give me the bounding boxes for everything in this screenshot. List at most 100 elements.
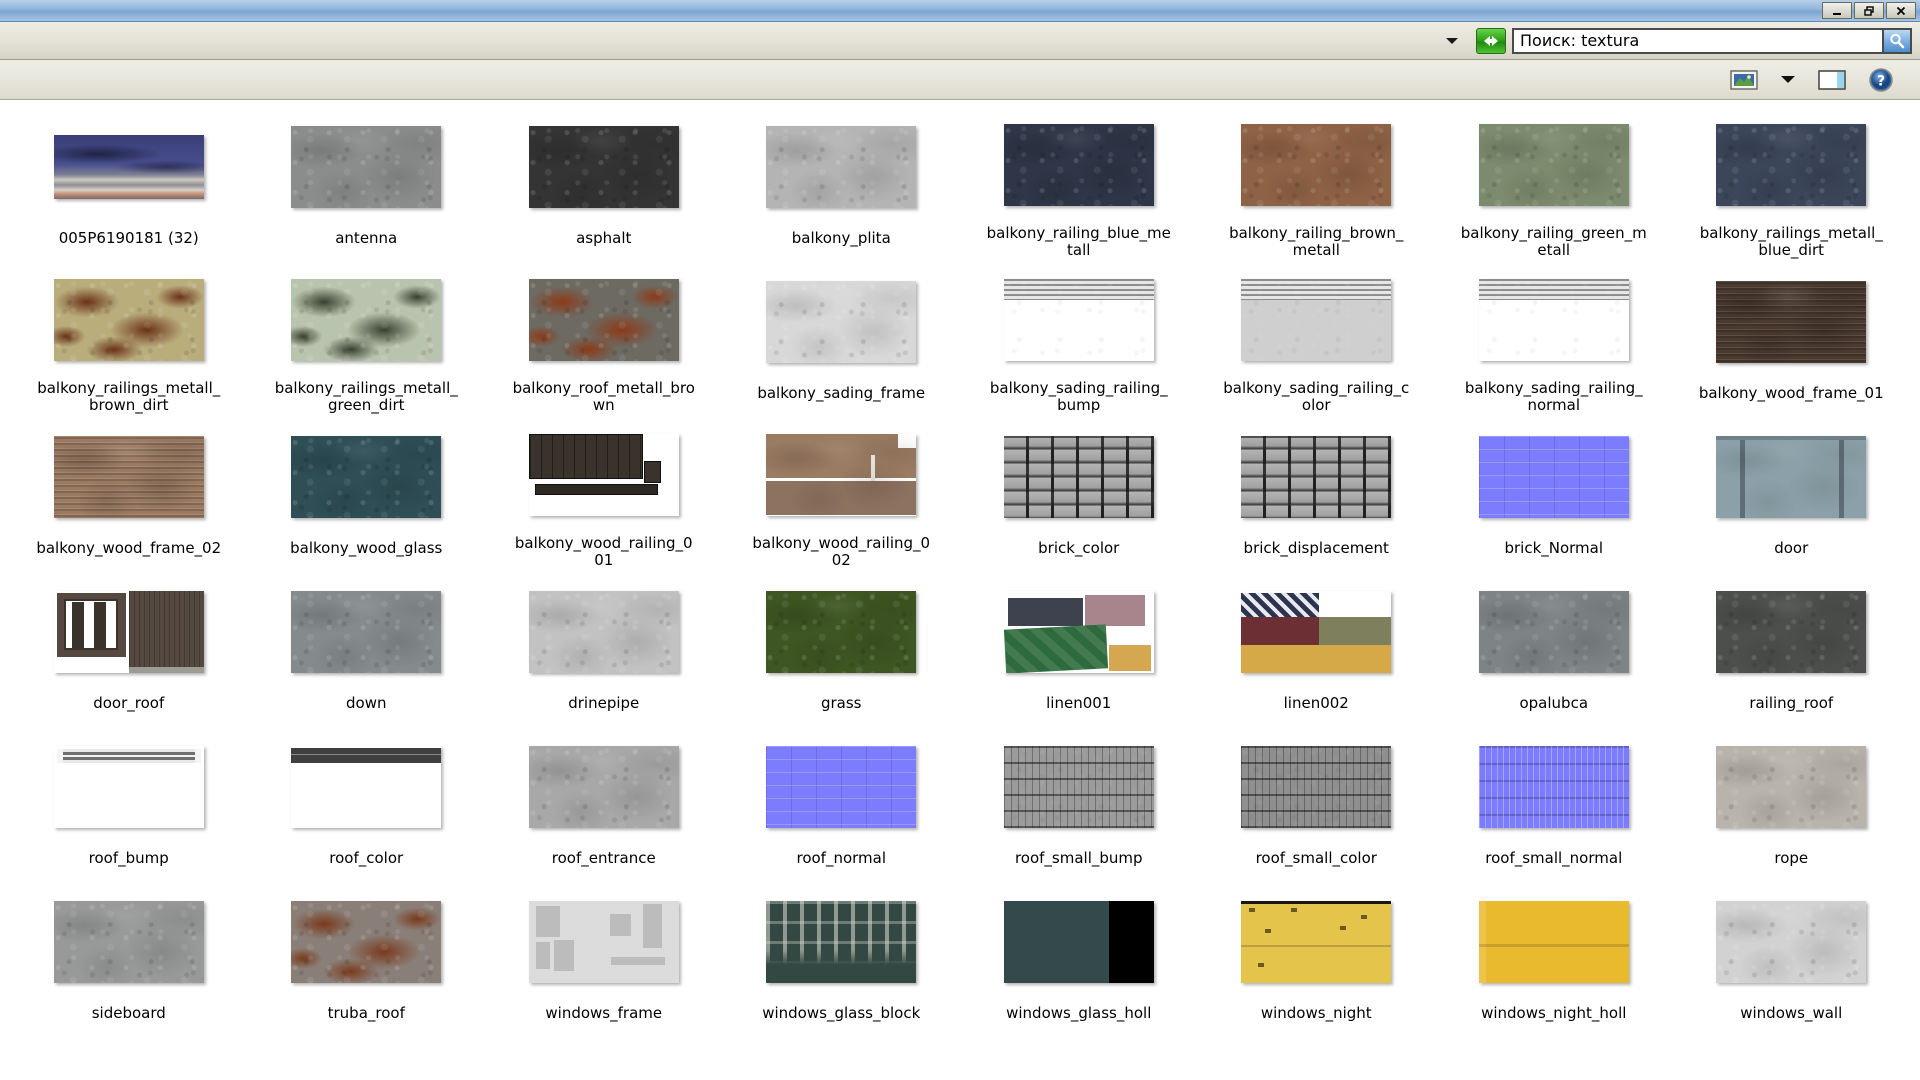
thumbnail-frame [271, 883, 461, 1001]
thumbnail-label: balkony_wood_railing_002 [752, 534, 931, 569]
file-list-pane[interactable]: 005P6190181 (32) antenna asphalt balkony_pl… [0, 100, 1920, 1080]
thumbnail-item[interactable]: balkony_plita [723, 104, 961, 259]
address-input[interactable] [8, 28, 1470, 54]
texture-thumbnail [766, 281, 917, 363]
texture-thumbnail [1241, 278, 1392, 361]
thumbnail-item[interactable]: opalubca [1435, 569, 1673, 724]
thumbnail-item[interactable]: antenna [248, 104, 486, 259]
thumbnail-label: roof_normal [796, 849, 887, 867]
thumbnail-item[interactable]: grass [723, 569, 961, 724]
thumbnail-item[interactable]: balkony_railing_brown_metall [1198, 104, 1436, 259]
thumbnail-item[interactable]: roof_bump [10, 724, 248, 879]
thumbnail-item[interactable]: linen002 [1198, 569, 1436, 724]
thumbnail-item[interactable]: windows_night_holl [1435, 879, 1673, 1034]
texture-thumbnail [1716, 591, 1867, 673]
thumbnail-frame [1221, 263, 1411, 376]
thumbnail-item[interactable]: sideboard [10, 879, 248, 1034]
thumbnail-item[interactable]: railing_roof [1673, 569, 1911, 724]
thumbnail-frame [34, 573, 224, 691]
thumbnail-item[interactable]: windows_frame [485, 879, 723, 1034]
restore-button[interactable] [1854, 2, 1884, 19]
thumbnail-item[interactable]: balkony_wood_frame_02 [10, 414, 248, 569]
texture-thumbnail [1478, 591, 1629, 673]
thumbnail-item[interactable]: drinepipe [485, 569, 723, 724]
close-button[interactable] [1886, 2, 1916, 19]
thumbnail-item[interactable]: balkony_wood_railing_001 [485, 414, 723, 569]
thumbnail-item[interactable]: roof_color [248, 724, 486, 879]
thumbnail-item[interactable]: down [248, 569, 486, 724]
texture-thumbnail [291, 746, 442, 828]
thumbnail-item[interactable]: roof_entrance [485, 724, 723, 879]
thumbnail-item[interactable]: balkony_sading_railing_color [1198, 259, 1436, 414]
chevron-down-icon[interactable] [1780, 66, 1796, 94]
thumbnail-item[interactable]: roof_small_bump [960, 724, 1198, 879]
thumbnail-frame [34, 108, 224, 226]
thumbnail-item[interactable]: balkony_sading_railing_normal [1435, 259, 1673, 414]
thumbnail-item[interactable]: roof_normal [723, 724, 961, 879]
magnifier-icon[interactable] [1882, 27, 1912, 54]
texture-thumbnail [53, 436, 204, 518]
thumbnail-item[interactable]: windows_night [1198, 879, 1436, 1034]
thumbnail-label: balkony_wood_frame_01 [1698, 384, 1884, 402]
thumbnail-item[interactable]: brick_Normal [1435, 414, 1673, 569]
thumbnail-item[interactable]: balkony_railings_metall_brown_dirt [10, 259, 248, 414]
thumbnail-item[interactable]: windows_wall [1673, 879, 1911, 1034]
thumbnail-item[interactable]: balkony_railings_metall_green_dirt [248, 259, 486, 414]
help-icon[interactable]: ? [1868, 66, 1894, 94]
thumbnail-label: roof_small_bump [1014, 849, 1143, 867]
thumbnail-frame [1696, 728, 1886, 846]
thumbnail-item[interactable]: brick_color [960, 414, 1198, 569]
thumbnail-frame [1696, 263, 1886, 381]
minimize-button[interactable] [1822, 2, 1852, 19]
views-icon[interactable] [1730, 66, 1758, 94]
thumbnail-item[interactable]: balkony_railing_blue_metall [960, 104, 1198, 259]
thumbnail-frame [509, 108, 699, 226]
thumbnail-item[interactable]: brick_displacement [1198, 414, 1436, 569]
search-input[interactable] [1512, 27, 1882, 54]
thumbnail-item[interactable]: balkony_wood_glass [248, 414, 486, 569]
texture-thumbnail [766, 126, 917, 208]
thumbnail-item[interactable]: balkony_railing_green_metall [1435, 104, 1673, 259]
thumbnail-item[interactable]: 005P6190181 (32) [10, 104, 248, 259]
thumbnail-label: drinepipe [568, 694, 640, 712]
thumbnail-label: door [1774, 539, 1809, 557]
thumbnail-label: asphalt [576, 229, 632, 247]
thumbnail-item[interactable]: roof_small_color [1198, 724, 1436, 879]
thumbnail-item[interactable]: balkony_sading_frame [723, 259, 961, 414]
texture-thumbnail [53, 901, 204, 983]
texture-thumbnail [1478, 746, 1629, 828]
thumbnail-item[interactable]: balkony_wood_railing_002 [723, 414, 961, 569]
refresh-icon[interactable] [1476, 27, 1506, 54]
thumbnail-item[interactable]: roof_small_normal [1435, 724, 1673, 879]
thumbnail-frame [984, 883, 1174, 1001]
texture-thumbnail [1478, 436, 1629, 518]
search-box[interactable] [1512, 27, 1912, 54]
chevron-down-icon[interactable] [1442, 31, 1462, 51]
thumbnail-frame [984, 263, 1174, 376]
thumbnail-item[interactable]: linen001 [960, 569, 1198, 724]
thumbnail-item[interactable]: truba_roof [248, 879, 486, 1034]
preview-pane-icon[interactable] [1818, 66, 1846, 94]
thumbnail-item[interactable]: windows_glass_block [723, 879, 961, 1034]
thumbnail-item[interactable]: door_roof [10, 569, 248, 724]
svg-text:?: ? [1877, 73, 1885, 89]
texture-thumbnail [291, 278, 442, 361]
thumbnail-item[interactable]: balkony_roof_metall_brown [485, 259, 723, 414]
thumbnail-item[interactable]: door [1673, 414, 1911, 569]
thumbnail-frame [509, 728, 699, 846]
thumbnail-item[interactable]: asphalt [485, 104, 723, 259]
texture-thumbnail [528, 901, 679, 983]
thumbnail-item[interactable]: balkony_railings_metall_blue_dirt [1673, 104, 1911, 259]
texture-thumbnail [528, 278, 679, 361]
texture-thumbnail [766, 433, 917, 516]
thumbnail-item[interactable]: rope [1673, 724, 1911, 879]
toolbar: ? [0, 60, 1920, 100]
thumbnail-grid: 005P6190181 (32) antenna asphalt balkony_pl… [10, 104, 1910, 1034]
thumbnail-item[interactable]: balkony_sading_railing_bump [960, 259, 1198, 414]
thumbnail-item[interactable]: balkony_wood_frame_01 [1673, 259, 1911, 414]
thumbnail-item[interactable]: windows_glass_holl [960, 879, 1198, 1034]
thumbnail-label: rope [1774, 849, 1809, 867]
thumbnail-frame [746, 418, 936, 531]
texture-thumbnail [291, 436, 442, 518]
thumbnail-label: balkony_wood_frame_02 [36, 539, 222, 557]
